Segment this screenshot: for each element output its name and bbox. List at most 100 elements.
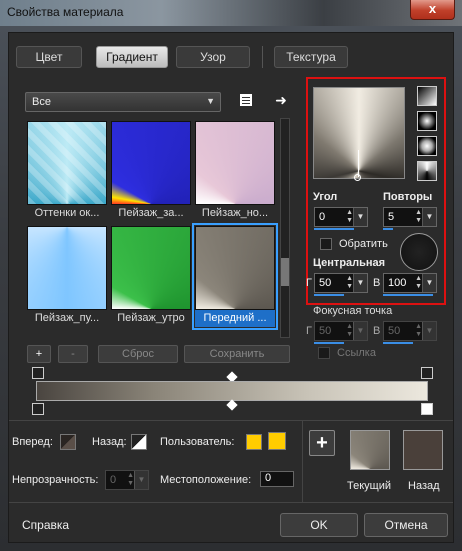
gradient-thumb-label: Оттенки ок...: [34, 207, 100, 219]
gradient-thumb[interactable]: Оттенки ок...: [27, 121, 107, 222]
add-swatch-button[interactable]: +: [309, 430, 335, 456]
foreground-gradient-button[interactable]: [60, 434, 76, 450]
window-title: Свойства материала: [7, 5, 124, 19]
category-dropdown[interactable]: Все ▼: [25, 92, 221, 112]
link-checkbox[interactable]: [318, 347, 330, 359]
focal-vertical-spinner[interactable]: 50 ▲ ▼ ▼: [383, 321, 437, 341]
tab-color[interactable]: Цвет: [16, 46, 82, 68]
gradient-bar[interactable]: [36, 381, 428, 401]
gradient-thumb-label: Пейзаж_пу...: [34, 312, 100, 324]
gradient-preview: [27, 226, 107, 310]
spin-arrows-icon[interactable]: ▲ ▼: [415, 209, 422, 225]
previous-label: Назад: [408, 480, 440, 492]
gradient-thumb-label: Пейзаж_за...: [118, 207, 184, 219]
user-label: Пользователь:: [160, 436, 235, 448]
reset-button[interactable]: Сброс: [98, 345, 178, 363]
help-link[interactable]: Справка: [22, 518, 69, 532]
central-vertical-slider[interactable]: [383, 294, 433, 296]
current-label: Текущий: [347, 480, 391, 492]
tab-texture[interactable]: Текстура: [274, 46, 348, 68]
gradient-thumb-selected[interactable]: Передний ...: [192, 223, 278, 330]
spin-arrows-icon[interactable]: ▲ ▼: [346, 209, 353, 225]
chevron-down-icon[interactable]: ▼: [134, 471, 148, 489]
footer-divider: [9, 502, 453, 503]
current-swatch[interactable]: [350, 430, 390, 470]
central-horizontal-slider[interactable]: [314, 294, 344, 296]
gradient-thumb-label: Передний ...: [203, 312, 267, 324]
sunburst-type-icon[interactable]: [417, 161, 437, 181]
forward-label: Вперед:: [12, 436, 53, 448]
linear-type-icon[interactable]: [417, 86, 437, 106]
close-button[interactable]: x: [410, 0, 455, 20]
top-stop-right[interactable]: [421, 367, 433, 379]
focal-horizontal-spinner[interactable]: 50 ▲ ▼ ▼: [314, 321, 368, 341]
location-field[interactable]: 0: [260, 471, 294, 487]
repeats-slider[interactable]: [383, 228, 393, 230]
bottom-stop-left[interactable]: [32, 403, 44, 415]
focal-vertical-slider[interactable]: [383, 342, 413, 344]
link-label: Ссылка: [337, 347, 376, 359]
chevron-down-icon: ▼: [206, 96, 215, 106]
opacity-label: Непрозрачность:: [12, 474, 99, 486]
central-g-label: Г: [306, 277, 312, 289]
central-horizontal-spinner[interactable]: 50 ▲ ▼ ▼: [314, 273, 368, 293]
focal-horizontal-slider[interactable]: [314, 342, 344, 344]
chevron-down-icon[interactable]: ▼: [353, 322, 367, 340]
central-label: Центральная: [313, 257, 386, 269]
tab-gradient[interactable]: Градиент: [96, 46, 168, 68]
chevron-down-icon[interactable]: ▼: [422, 208, 436, 226]
repeats-spinner[interactable]: 5 ▲ ▼ ▼: [383, 207, 437, 227]
gradient-preview-large[interactable]: [313, 87, 405, 179]
central-vertical-spinner[interactable]: 100 ▲ ▼ ▼: [383, 273, 437, 293]
spin-arrows-icon[interactable]: ▲ ▼: [415, 323, 422, 339]
gradient-thumb[interactable]: Пейзаж_утро: [111, 226, 191, 327]
opacity-spinner[interactable]: 0 ▲ ▼ ▼: [105, 470, 149, 490]
ok-button[interactable]: OK: [280, 513, 358, 537]
user-color-swatch[interactable]: [268, 432, 286, 450]
scrollbar-thumb[interactable]: [281, 258, 289, 286]
remove-gradient-button[interactable]: -: [58, 345, 88, 363]
spin-arrows-icon[interactable]: ▲ ▼: [415, 275, 422, 291]
gradient-preview: [111, 226, 191, 310]
chevron-down-icon[interactable]: ▼: [422, 322, 436, 340]
focal-point-label: Фокусная точка: [313, 305, 393, 317]
spin-arrows-icon[interactable]: ▲ ▼: [346, 323, 353, 339]
bottom-stop-right[interactable]: [421, 403, 433, 415]
central-horizontal-value: 50: [319, 277, 332, 289]
top-stop-left[interactable]: [32, 367, 44, 379]
user-color-button[interactable]: [246, 434, 262, 450]
chevron-down-icon[interactable]: ▼: [422, 274, 436, 292]
library-menu-icon[interactable]: [237, 92, 255, 110]
gradient-preview: [27, 121, 107, 205]
angle-slider[interactable]: [314, 228, 354, 230]
rectangular-type-icon[interactable]: [417, 111, 437, 131]
focal-vertical-value: 50: [388, 325, 401, 337]
opacity-value: 0: [110, 474, 117, 486]
add-gradient-button[interactable]: +: [27, 345, 51, 363]
angle-dial-icon[interactable]: [400, 233, 438, 271]
cancel-button[interactable]: Отмена: [364, 513, 448, 537]
radial-type-icon[interactable]: [417, 136, 437, 156]
angle-spinner[interactable]: 0 ▲ ▼ ▼: [314, 207, 368, 227]
focal-horizontal-value: 50: [319, 325, 332, 337]
chevron-down-icon[interactable]: ▼: [353, 274, 367, 292]
angle-value: 0: [319, 211, 326, 223]
angle-indicator: [358, 150, 359, 177]
chevron-down-icon[interactable]: ▼: [353, 208, 367, 226]
spin-arrows-icon[interactable]: ▲ ▼: [346, 275, 353, 291]
previous-swatch[interactable]: [403, 430, 443, 470]
category-dropdown-value: Все: [32, 96, 51, 108]
gradient-thumb[interactable]: Пейзаж_но...: [195, 121, 275, 222]
spin-arrows-icon[interactable]: ▲ ▼: [127, 472, 134, 488]
gradient-thumb[interactable]: Пейзаж_пу...: [27, 226, 107, 327]
gradient-thumb[interactable]: Пейзаж_за...: [111, 121, 191, 222]
background-gradient-button[interactable]: [131, 434, 147, 450]
arrow-right-icon[interactable]: ➜: [272, 91, 290, 109]
save-button[interactable]: Сохранить: [184, 345, 290, 363]
tab-divider: [262, 46, 263, 68]
center-handle[interactable]: [354, 174, 361, 181]
invert-checkbox[interactable]: [320, 238, 332, 250]
thumbnail-scrollbar[interactable]: [280, 118, 290, 338]
tab-pattern[interactable]: Узор: [176, 46, 250, 68]
gradient-preview: [195, 121, 275, 205]
